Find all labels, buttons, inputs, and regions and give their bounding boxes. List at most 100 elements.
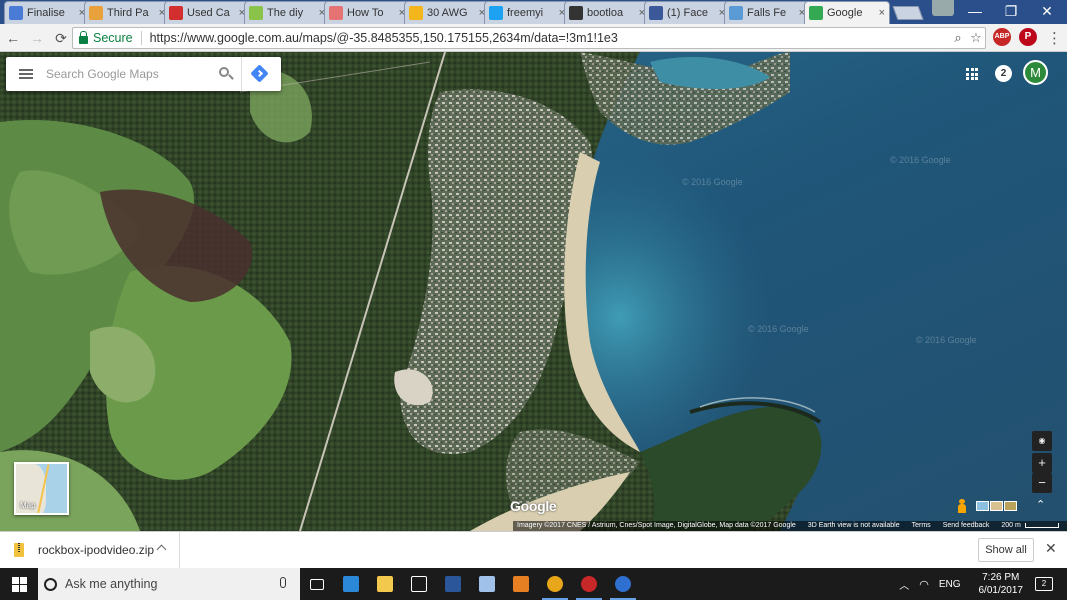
task-view-icon[interactable]	[300, 568, 334, 600]
pegman-icon[interactable]	[956, 499, 968, 513]
tab-title: The diy	[267, 7, 304, 19]
notifications-badge[interactable]: 2	[995, 65, 1012, 82]
task-view-icon-glyph	[310, 578, 324, 590]
adblock-icon[interactable]: ABP	[993, 28, 1011, 46]
close-window-button[interactable]: ✕	[1032, 0, 1062, 22]
watermark: © 2016 Google	[916, 335, 977, 345]
download-item[interactable]: rockbox-ipodvideo.zip	[0, 531, 180, 569]
zoom-search-icon[interactable]: ⌕	[949, 30, 967, 46]
google-logo: Google	[510, 498, 557, 514]
edge-icon[interactable]	[334, 568, 368, 600]
restore-button[interactable]: ❐	[996, 0, 1026, 22]
document-icon	[9, 6, 23, 20]
tab-close-icon[interactable]: ×	[879, 7, 885, 19]
action-center-icon[interactable]: 2	[1035, 577, 1053, 591]
chrome-icon[interactable]	[538, 568, 572, 600]
zip-file-icon	[14, 543, 24, 557]
tab-note[interactable]: The diy ×	[244, 1, 330, 24]
radio-app-icon[interactable]	[572, 568, 606, 600]
zoom-out-button[interactable]: −	[1032, 473, 1052, 493]
earth-view-note: 3D Earth view is not available	[807, 522, 900, 529]
cortana-search-box[interactable]: Ask me anything	[38, 568, 300, 600]
falls-icon	[729, 6, 743, 20]
pinterest-icon[interactable]: P	[1019, 28, 1037, 46]
url-text[interactable]: https://www.google.com.au/maps/@-35.8485…	[150, 31, 949, 45]
media-app-icon[interactable]	[606, 568, 640, 600]
clock[interactable]: 7:26 PM 6/01/2017	[979, 571, 1024, 597]
tab-shopping[interactable]: 30 AWG ×	[404, 1, 490, 24]
minimize-button[interactable]: —	[960, 0, 990, 22]
tab-github[interactable]: bootloa ×	[564, 1, 650, 24]
reload-button[interactable]: ⟳	[50, 27, 72, 49]
lock-icon	[79, 30, 88, 44]
tab-rb[interactable]: Used Ca ×	[164, 1, 250, 24]
tab-twitter[interactable]: freemyi ×	[484, 1, 570, 24]
google-maps-icon	[809, 6, 823, 20]
aws-icon	[89, 6, 103, 20]
file-explorer-icon[interactable]	[368, 568, 402, 600]
satellite-imagery[interactable]	[0, 52, 1067, 531]
clock-time: 7:26 PM	[982, 572, 1020, 583]
minimap-label: Map	[20, 501, 36, 510]
profile-button[interactable]	[932, 0, 954, 16]
chrome-menu-icon[interactable]: ⋮	[1047, 29, 1062, 47]
tab-aws[interactable]: Third Pa ×	[84, 1, 170, 24]
scale-label[interactable]: 200 m	[1001, 521, 1020, 531]
windows-start-icon[interactable]	[0, 568, 38, 600]
address-bar[interactable]: Secure https://www.google.com.au/maps/@-…	[72, 27, 986, 49]
terms-link[interactable]: Terms	[912, 521, 931, 531]
watermark: © 2016 Google	[682, 177, 743, 187]
my-location-icon[interactable]: ◉	[1032, 431, 1052, 451]
monitor-app-icon-glyph	[513, 576, 529, 592]
store-icon[interactable]	[402, 568, 436, 600]
tab-strip: Finalise × Third Pa × Used Ca × The diy × How To…	[0, 0, 1067, 24]
note-icon	[249, 6, 263, 20]
tab-document[interactable]: Finalise ×	[4, 1, 90, 24]
directions-icon[interactable]	[241, 57, 277, 91]
browser-toolbar: ← → ⟳ Secure https://www.google.com.au/m…	[0, 24, 1067, 52]
shopping-icon	[409, 6, 423, 20]
scale-bar[interactable]	[1024, 523, 1059, 528]
chevron-up-icon[interactable]: ︿	[899, 577, 909, 592]
search-icon[interactable]	[211, 57, 241, 91]
tab-title: Finalise	[27, 7, 65, 19]
language-indicator[interactable]: ENG	[939, 579, 961, 590]
new-tab-button[interactable]	[892, 6, 924, 20]
wifi-icon[interactable]: ◠	[919, 578, 929, 591]
tab-title: 30 AWG	[427, 7, 468, 19]
tab-title: How To	[347, 7, 384, 19]
tab-falls[interactable]: Falls Fe ×	[724, 1, 810, 24]
bookmark-star-icon[interactable]: ☆	[967, 30, 985, 46]
map-layer-toggle[interactable]: Map	[14, 462, 69, 515]
windows-taskbar: Ask me anything ︿ ◠ ENG 7:26 PM 6/01/201…	[0, 568, 1067, 600]
close-download-bar-icon[interactable]: ✕	[1045, 540, 1057, 557]
zoom-in-button[interactable]: +	[1032, 453, 1052, 473]
divider	[140, 31, 142, 45]
send-feedback-link[interactable]: Send feedback	[943, 521, 990, 531]
tab-title: Falls Fe	[747, 7, 787, 19]
twitter-icon	[489, 6, 503, 20]
radio-app-icon-glyph	[581, 576, 597, 592]
hamburger-menu-icon[interactable]	[6, 57, 46, 91]
tab-facebook[interactable]: (1) Face ×	[644, 1, 730, 24]
maps-search-input[interactable]	[46, 59, 211, 89]
chevron-up-icon[interactable]	[156, 544, 167, 554]
satellite-map[interactable]: © 2016 Google © 2016 Google © 2016 Googl…	[0, 52, 1067, 531]
maps-search-box	[6, 57, 281, 91]
avatar[interactable]: M	[1023, 60, 1048, 85]
phone-app-icon[interactable]	[470, 568, 504, 600]
show-all-button[interactable]: Show all	[978, 538, 1034, 562]
collapse-icon[interactable]: ⌃	[1036, 498, 1045, 511]
tab-google-maps[interactable]: Google ×	[804, 1, 890, 24]
apps-grid-icon[interactable]	[966, 68, 978, 80]
watermark: © 2016 Google	[748, 324, 809, 334]
imagery-thumbnails[interactable]	[976, 501, 1017, 511]
monitor-app-icon[interactable]	[504, 568, 538, 600]
cortana-icon	[44, 577, 57, 591]
tab-bookmark[interactable]: How To ×	[324, 1, 410, 24]
download-file-name[interactable]: rockbox-ipodvideo.zip	[38, 543, 154, 557]
microphone-icon[interactable]	[280, 577, 286, 588]
forward-button[interactable]: →	[26, 27, 48, 49]
word-icon[interactable]	[436, 568, 470, 600]
back-button[interactable]: ←	[2, 27, 24, 49]
